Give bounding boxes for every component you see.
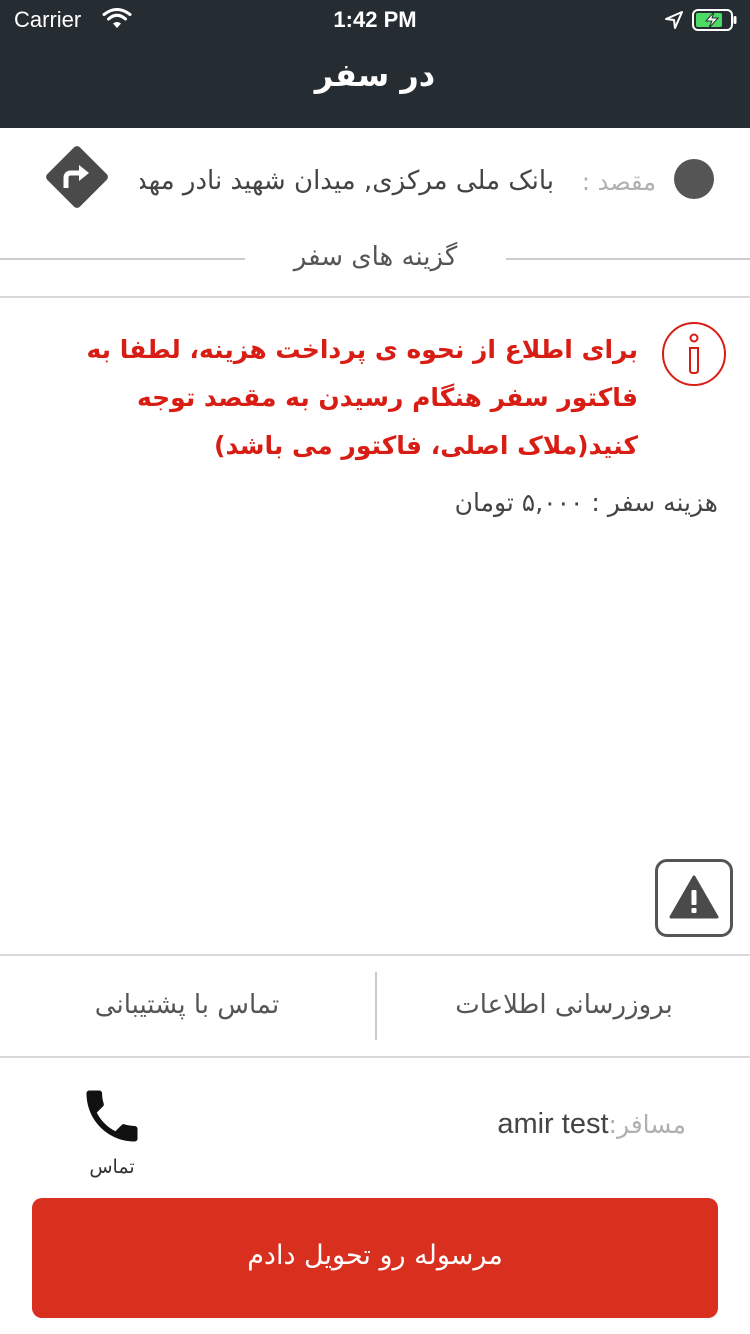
top-bar: Carrier 1:42 PM در سفر (0, 0, 750, 128)
tab-separator (375, 972, 377, 1040)
call-passenger-button[interactable]: تماس (62, 1078, 162, 1182)
status-time: 1:42 PM (333, 7, 417, 32)
battery-charging-icon (692, 9, 738, 37)
destination-label: مقصد : (581, 168, 656, 196)
destination-marker-icon (674, 159, 714, 199)
package-delivered-label: مرسوله رو تحویل دادم (247, 1240, 503, 1271)
update-info-label: بروزرسانی اطلاعات (455, 990, 673, 1020)
passenger-name: amir test (497, 1108, 609, 1140)
location-arrow-icon (664, 10, 684, 36)
destination-address: بانک ملی مرکزی, میدان شهید نادر مهد (140, 166, 554, 196)
divider-line (506, 258, 750, 260)
phone-icon (86, 1090, 138, 1142)
payment-notice: برای اطلاع از نحوه ی پرداخت هزینه، لطفا … (86, 335, 638, 460)
passenger-label: مسافر: (608, 1110, 686, 1139)
trip-options-header: گزینه های سفر (0, 234, 750, 284)
info-icon (660, 320, 728, 392)
trip-fare: هزینه سفر : ۵,۰۰۰ تومان (454, 488, 718, 517)
call-label: تماس (89, 1156, 135, 1178)
divider-line (0, 258, 245, 260)
update-info-button[interactable]: بروزرسانی اطلاعات (378, 956, 750, 1056)
contact-support-button[interactable]: تماس با پشتیبانی (0, 956, 374, 1056)
divider (0, 296, 750, 298)
directions-icon[interactable] (42, 142, 112, 216)
page-title: در سفر (314, 56, 436, 94)
package-delivered-button[interactable]: مرسوله رو تحویل دادم (32, 1198, 718, 1318)
contact-support-label: تماس با پشتیبانی (94, 990, 280, 1020)
trip-options-title: گزینه های سفر (293, 242, 458, 272)
warning-icon (669, 875, 719, 919)
passenger-info: مسافر:amir test (300, 1108, 686, 1141)
report-button[interactable] (655, 859, 733, 937)
status-bar: Carrier 1:42 PM (0, 0, 750, 40)
divider (0, 1056, 750, 1058)
